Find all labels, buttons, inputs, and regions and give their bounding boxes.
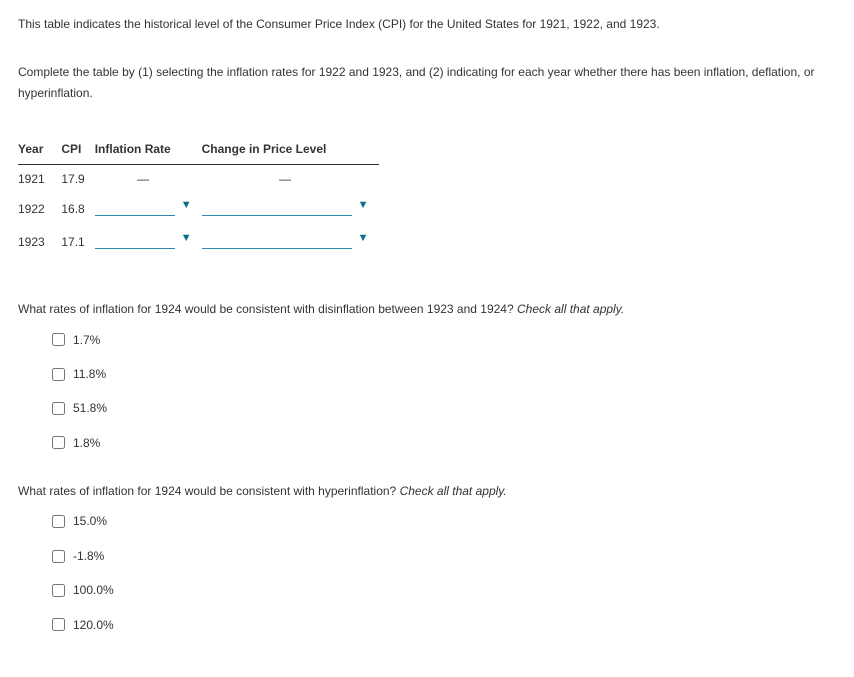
chevron-down-icon: ▼ [181, 229, 192, 248]
option-row: 1.8% [52, 433, 836, 453]
cell-cpi: 17.9 [61, 164, 94, 193]
checkbox-option[interactable] [52, 402, 65, 415]
cell-year: 1922 [18, 193, 61, 226]
checkbox-option[interactable] [52, 515, 65, 528]
col-cpi: CPI [61, 135, 94, 164]
chevron-down-icon: ▼ [181, 196, 192, 215]
col-year: Year [18, 135, 61, 164]
option-label[interactable]: 1.7% [73, 330, 100, 350]
option-label[interactable]: -1.8% [73, 546, 104, 566]
option-label[interactable]: 120.0% [73, 615, 114, 635]
question-hyperinflation: What rates of inflation for 1924 would b… [18, 481, 836, 501]
table-row: 1922 16.8 ▼ ▼ [18, 193, 379, 226]
option-label[interactable]: 1.8% [73, 433, 100, 453]
option-label[interactable]: 11.8% [73, 364, 106, 384]
col-rate: Inflation Rate [95, 135, 202, 164]
inflation-rate-dropdown-1922[interactable]: ▼ [95, 197, 192, 216]
checkbox-option[interactable] [52, 368, 65, 381]
chevron-down-icon: ▼ [358, 229, 369, 248]
options-hyperinflation: 15.0% -1.8% 100.0% 120.0% [52, 511, 836, 635]
price-level-dropdown-1922[interactable]: ▼ [202, 197, 369, 216]
instructions-text: Complete the table by (1) selecting the … [18, 62, 836, 103]
dropdown-line [202, 202, 352, 216]
option-row: 120.0% [52, 615, 836, 635]
checkbox-option[interactable] [52, 618, 65, 631]
checkbox-option[interactable] [52, 333, 65, 346]
table-row: 1923 17.1 ▼ ▼ [18, 226, 379, 259]
inflation-rate-dropdown-1923[interactable]: ▼ [95, 230, 192, 249]
cpi-table: Year CPI Inflation Rate Change in Price … [18, 135, 379, 259]
option-row: -1.8% [52, 546, 836, 566]
cell-year: 1923 [18, 226, 61, 259]
question-hint: Check all that apply. [400, 484, 507, 498]
question-text: What rates of inflation for 1924 would b… [18, 302, 517, 316]
checkbox-option[interactable] [52, 436, 65, 449]
cell-year: 1921 [18, 164, 61, 193]
option-row: 1.7% [52, 330, 836, 350]
cell-cpi: 17.1 [61, 226, 94, 259]
option-label[interactable]: 15.0% [73, 511, 107, 531]
cell-change: — [202, 164, 379, 193]
col-change: Change in Price Level [202, 135, 379, 164]
question-disinflation: What rates of inflation for 1924 would b… [18, 299, 836, 319]
option-label[interactable]: 51.8% [73, 398, 107, 418]
question-text: What rates of inflation for 1924 would b… [18, 484, 400, 498]
intro-text: This table indicates the historical leve… [18, 14, 836, 34]
table-row: 1921 17.9 — — [18, 164, 379, 193]
option-row: 15.0% [52, 511, 836, 531]
checkbox-option[interactable] [52, 584, 65, 597]
option-row: 100.0% [52, 580, 836, 600]
price-level-dropdown-1923[interactable]: ▼ [202, 230, 369, 249]
question-hint: Check all that apply. [517, 302, 624, 316]
options-disinflation: 1.7% 11.8% 51.8% 1.8% [52, 330, 836, 454]
cell-cpi: 16.8 [61, 193, 94, 226]
option-row: 11.8% [52, 364, 836, 384]
dropdown-line [202, 235, 352, 249]
option-label[interactable]: 100.0% [73, 580, 114, 600]
dropdown-line [95, 235, 175, 249]
cell-rate: — [95, 164, 202, 193]
option-row: 51.8% [52, 398, 836, 418]
chevron-down-icon: ▼ [358, 196, 369, 215]
dropdown-line [95, 202, 175, 216]
checkbox-option[interactable] [52, 550, 65, 563]
